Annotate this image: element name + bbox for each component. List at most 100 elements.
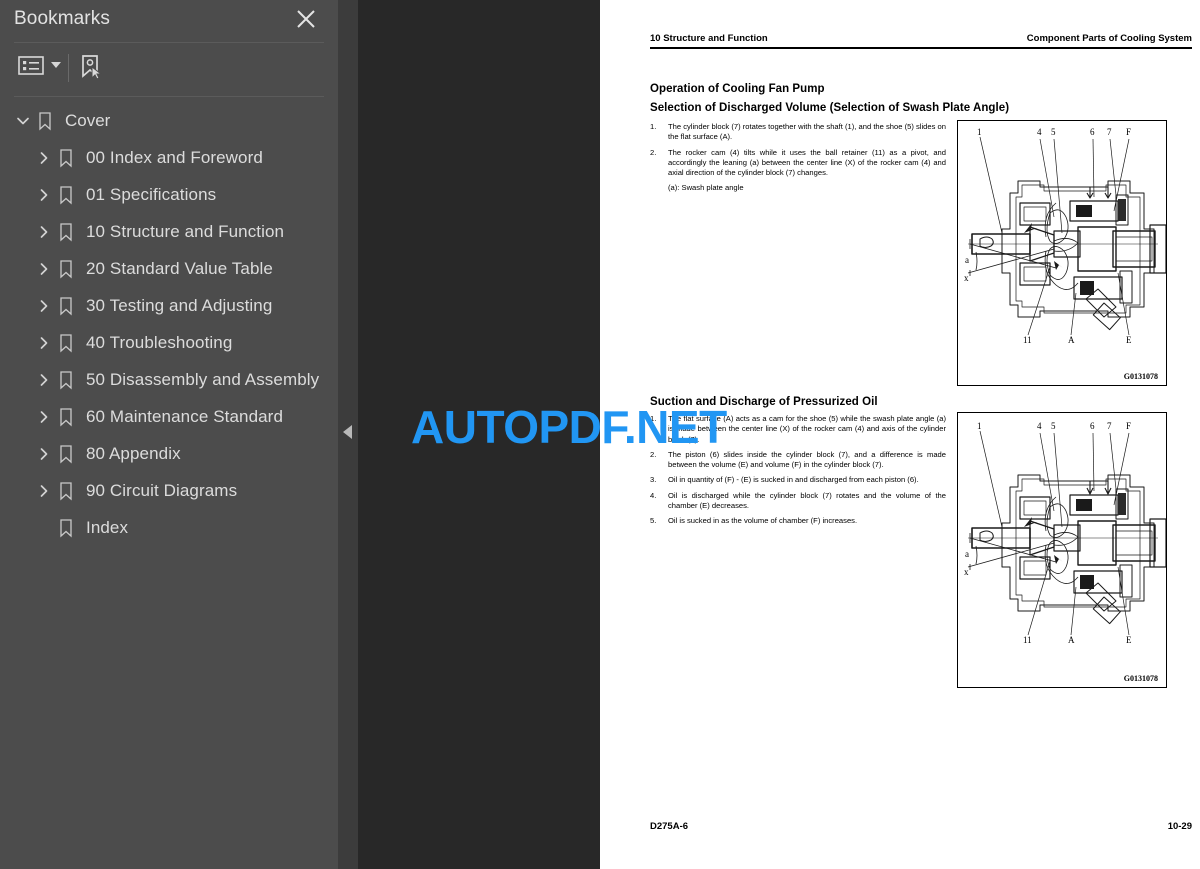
list-options-icon[interactable]	[18, 54, 61, 76]
new-bookmark-icon[interactable]	[78, 54, 104, 80]
page-header-left: 10 Structure and Function	[650, 33, 768, 44]
list-item: 4. Oil is discharged while the cylinder b…	[650, 491, 946, 512]
bookmark-item-60-maintenance-standard[interactable]: 60 Maintenance Standard	[0, 398, 338, 435]
chevron-right-icon[interactable]	[33, 480, 55, 502]
svg-text:F: F	[1126, 421, 1131, 431]
page-footer-right: 10-29	[1167, 821, 1192, 832]
sidebar-splitter[interactable]	[338, 0, 358, 869]
collapse-left-icon[interactable]	[343, 425, 352, 439]
page-footer: D275A-6 10-29	[650, 821, 1192, 832]
pdf-reader-window: Bookmarks Cover 00 Index and Foreword 01…	[0, 0, 1200, 869]
close-icon[interactable]	[294, 7, 318, 31]
list-item-number: 1.	[650, 122, 657, 131]
chevron-right-icon[interactable]	[33, 443, 55, 465]
figure-id: G0131078	[1123, 674, 1158, 683]
bookmark-item-label: 10 Structure and Function	[86, 221, 285, 241]
chevron-right-icon[interactable]	[33, 332, 55, 354]
bookmark-item-50-disassembly-and-assembly[interactable]: 50 Disassembly and Assembly	[0, 361, 338, 398]
pump-cross-section-diagram-2: 1 4 5 6 7 F a x 11 A E	[964, 421, 1166, 645]
chevron-down-icon[interactable]	[12, 110, 34, 132]
svg-text:1: 1	[977, 421, 982, 431]
svg-text:A: A	[1068, 635, 1075, 645]
svg-text:x: x	[964, 273, 969, 283]
bookmark-icon	[55, 258, 77, 280]
bookmark-icon	[55, 406, 77, 428]
sidebar-divider-bottom	[14, 96, 324, 97]
list-item-number: 2.	[650, 147, 657, 157]
toolbar-separator	[68, 54, 69, 82]
bookmark-icon	[55, 443, 77, 465]
ordered-list-suction: 1. The flat surface (A) acts as a cam for…	[650, 414, 946, 532]
svg-text:a: a	[965, 549, 969, 559]
bookmark-item-label: 90 Circuit Diagrams	[86, 480, 238, 500]
svg-text:E: E	[1126, 635, 1132, 645]
svg-text:a: a	[965, 255, 969, 265]
bookmark-item-10-structure-and-function[interactable]: 10 Structure and Function	[0, 213, 338, 250]
pump-cross-section-diagram: 1 4 5 6 7 F a x 11 A E	[964, 127, 1166, 345]
sidebar-toolbar	[0, 42, 338, 96]
svg-text:6: 6	[1090, 421, 1095, 431]
page-footer-left: D275A-6	[650, 821, 689, 832]
section-title-operation: Operation of Cooling Fan Pump	[650, 83, 825, 95]
chevron-right-icon[interactable]	[33, 295, 55, 317]
bookmark-item-cover[interactable]: Cover	[0, 102, 338, 139]
list-item-number: 4.	[650, 490, 657, 500]
chevron-down-icon[interactable]	[51, 62, 61, 68]
bookmark-item-80-appendix[interactable]: 80 Appendix	[0, 435, 338, 472]
list-item-text: The piston (6) slides inside the cylinde…	[668, 449, 946, 470]
bookmark-item-40-troubleshooting[interactable]: 40 Troubleshooting	[0, 324, 338, 361]
list-item: 2. The rocker cam (4) tilts while it uses…	[650, 148, 946, 179]
svg-text:4: 4	[1037, 127, 1042, 137]
svg-text:5: 5	[1051, 127, 1056, 137]
svg-text:11: 11	[1023, 335, 1032, 345]
chevron-right-icon[interactable]	[33, 184, 55, 206]
bookmark-icon	[55, 480, 77, 502]
list-item: 2. The piston (6) slides inside the cylin…	[650, 450, 946, 471]
svg-text:11: 11	[1023, 635, 1032, 645]
list-item-text: The cylinder block (7) rotates together …	[668, 122, 946, 142]
bookmark-item-00-index-and-foreword[interactable]: 00 Index and Foreword	[0, 139, 338, 176]
bookmark-icon	[55, 184, 77, 206]
svg-text:5: 5	[1051, 421, 1056, 431]
bookmark-icon	[55, 221, 77, 243]
bookmark-item-index[interactable]: Index	[0, 509, 338, 546]
bookmark-icon	[55, 517, 77, 539]
svg-text:F: F	[1126, 127, 1131, 137]
bookmark-icon	[34, 110, 56, 132]
list-item-text: Oil is sucked in as the volume of chambe…	[668, 516, 858, 526]
svg-text:x: x	[964, 567, 969, 577]
chevron-right-icon[interactable]	[33, 258, 55, 280]
page-header-right: Component Parts of Cooling System	[1026, 33, 1192, 44]
bookmark-icon	[55, 332, 77, 354]
bookmark-item-label: 30 Testing and Adjusting	[86, 295, 273, 315]
pdf-viewer: AUTOPDF.NET 10 Structure and Function Co…	[358, 0, 1200, 869]
list-item: 1. The cylinder block (7) rotates togethe…	[650, 122, 946, 143]
list-note-indent	[650, 183, 668, 193]
list-item-number: 5.	[650, 516, 657, 526]
chevron-right-icon[interactable]	[33, 147, 55, 169]
list-item-text: The rocker cam (4) tilts while it uses t…	[668, 147, 946, 178]
bookmark-item-20-standard-value-table[interactable]: 20 Standard Value Table	[0, 250, 338, 287]
sidebar-header: Bookmarks	[0, 0, 338, 42]
chevron-right-icon[interactable]	[33, 221, 55, 243]
chevron-right-icon[interactable]	[33, 369, 55, 391]
svg-text:7: 7	[1107, 421, 1112, 431]
chevron-right-icon[interactable]	[33, 406, 55, 428]
section-title-selection: Selection of Discharged Volume (Selectio…	[650, 102, 1010, 114]
bookmark-tree: Cover 00 Index and Foreword 01 Specificati…	[0, 102, 338, 546]
list-item-text: Oil is discharged while the cylinder blo…	[668, 490, 946, 511]
bookmark-item-01-specifications[interactable]: 01 Specifications	[0, 176, 338, 213]
list-item-number: 2.	[650, 449, 657, 459]
list-item: 3. Oil in quantity of (F) - (E) is sucked…	[650, 475, 946, 485]
list-item: 1. The flat surface (A) acts as a cam for…	[650, 414, 946, 445]
list-item-number: 3.	[650, 475, 657, 485]
bookmark-icon	[55, 295, 77, 317]
svg-text:1: 1	[977, 127, 982, 137]
bookmark-item-label: 20 Standard Value Table	[86, 258, 273, 278]
bookmark-item-90-circuit-diagrams[interactable]: 90 Circuit Diagrams	[0, 472, 338, 509]
bookmark-item-30-testing-and-adjusting[interactable]: 30 Testing and Adjusting	[0, 287, 338, 324]
svg-text:A: A	[1068, 335, 1075, 345]
figure-suction-discharge: 1 4 5 6 7 F a x 11 A E G0131078	[957, 412, 1167, 688]
list-note-text: (a): Swash plate angle	[668, 183, 744, 193]
bookmarks-sidebar: Bookmarks Cover 00 Index and Foreword 01…	[0, 0, 338, 869]
